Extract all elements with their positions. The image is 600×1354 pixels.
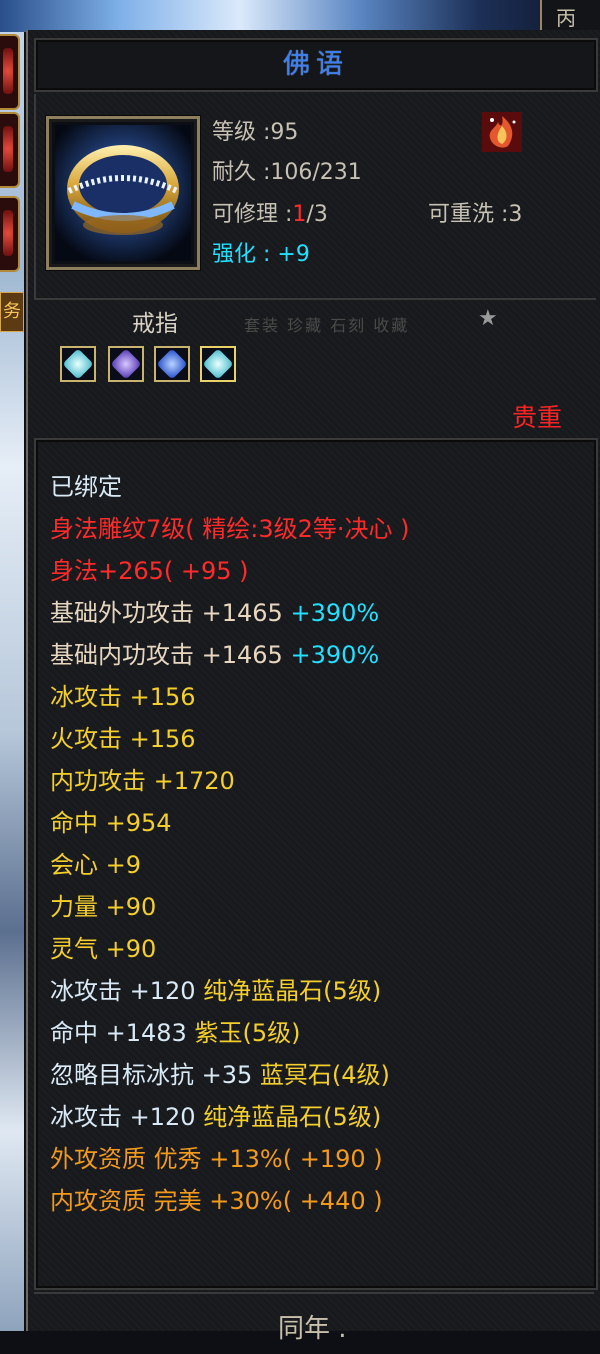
- item-type-row: 戒指 套装 珍藏 石刻 收藏 ★ 贵重: [34, 298, 594, 438]
- game-scene-top: [0, 0, 600, 32]
- blue-gem-icon: [156, 348, 188, 380]
- strength-attr: 力量 +90: [50, 893, 157, 921]
- tooltip-footer: 同年 .: [34, 1292, 594, 1354]
- repair-label: 可修理 :: [212, 202, 293, 227]
- repair-total: /3: [306, 202, 328, 227]
- item-type: 戒指: [132, 311, 178, 337]
- bound-status: 已绑定: [50, 473, 122, 501]
- gem-slot-4[interactable]: [200, 346, 236, 382]
- ext-attack-value: 基础外功攻击 +1465: [50, 599, 283, 627]
- side-equip-slot-1[interactable]: [0, 34, 20, 110]
- int-quality-attr: 内攻资质 完美 +30%( +440 ): [50, 1187, 383, 1215]
- gem-attr-1-name: 纯净蓝晶石(5级): [203, 977, 382, 1005]
- item-durability: 耐久 :106/231: [212, 160, 362, 185]
- star-icon: ★: [478, 306, 498, 331]
- gem-attr-2-stat: 命中 +1483: [50, 1019, 195, 1047]
- gem-attr-2: 命中 +1483 紫玉(5级): [50, 1012, 410, 1054]
- item-icon-frame[interactable]: [46, 116, 200, 270]
- repair-used: 1: [292, 202, 307, 227]
- gem-slot-3[interactable]: [154, 346, 190, 382]
- ext-attack-pct: +390%: [282, 599, 380, 627]
- gem-attr-4-name: 纯净蓝晶石(5级): [203, 1103, 382, 1131]
- item-repair: 可修理 :1/3: [212, 196, 328, 228]
- int-attack-value: 基础内功攻击 +1465: [50, 641, 283, 669]
- side-equip-slot-2[interactable]: [0, 112, 20, 188]
- aqua-gem-icon: [202, 348, 234, 380]
- aqua-gem-icon: [62, 348, 94, 380]
- gem-attr-1: 冰攻击 +120 纯净蓝晶石(5级): [50, 970, 410, 1012]
- item-enhance: 强化 : +9: [212, 242, 310, 267]
- gem-attr-3-name: 蓝冥石(4级): [259, 1061, 390, 1089]
- purple-gem-icon: [110, 348, 142, 380]
- gem-attr-4: 冰攻击 +120 纯净蓝晶石(5级): [50, 1096, 410, 1138]
- ice-attack-attr: 冰攻击 +156: [50, 683, 196, 711]
- item-header: 等级 :95 耐久 :106/231 可修理 :1/3 可重洗 :3 强化 : …: [34, 94, 596, 300]
- gem-attr-4-stat: 冰攻击 +120: [50, 1103, 204, 1131]
- side-equip-slot-3[interactable]: [0, 196, 20, 272]
- gem-attr-2-name: 紫玉(5级): [194, 1019, 301, 1047]
- agility-attr: 身法+265( +95 ): [50, 557, 249, 585]
- item-tooltip: 佛语 等级 :95 耐久 :106/231 可修理:1/3 可重洗:3 强化…: [26, 30, 600, 1344]
- ring-icon: [55, 125, 191, 261]
- item-title-bar: 佛语: [34, 38, 598, 92]
- gem-slot-1[interactable]: [60, 346, 96, 382]
- top-right-label: 丙: [556, 6, 576, 30]
- ext-attack-attr: 基础外功攻击 +1465 +390%: [50, 592, 410, 634]
- fire-attack-attr: 火攻击 +156: [50, 725, 196, 753]
- item-level: 等级 :95: [212, 120, 299, 145]
- hit-attr: 命中 +954: [50, 809, 172, 837]
- rarity-label: 贵重: [511, 403, 562, 432]
- gem-attr-3-stat: 忽略目标冰抗 +35: [50, 1061, 260, 1089]
- inner-attack-attr: 内功攻击 +1720: [50, 767, 235, 795]
- side-tab[interactable]: 务: [0, 292, 24, 332]
- gem-attr-1-stat: 冰攻击 +120: [50, 977, 204, 1005]
- footer-text: 同年 .: [278, 1314, 347, 1344]
- ext-quality-attr: 外攻资质 优秀 +13%( +190 ): [50, 1145, 383, 1173]
- top-right-frame: 丙: [540, 0, 600, 32]
- attribute-box: 已绑定 身法雕纹7级( 精绘:3级2等·决心 ) 身法+265( +95 ) 基…: [34, 438, 598, 1290]
- crit-attr: 会心 +9: [50, 851, 142, 879]
- engrave-attr: 身法雕纹7级( 精绘:3级2等·决心 ): [50, 515, 410, 543]
- item-rewash: 可重洗 :3: [428, 202, 523, 227]
- gem-slot-2[interactable]: [108, 346, 144, 382]
- gem-attr-3: 忽略目标冰抗 +35 蓝冥石(4级): [50, 1054, 410, 1096]
- spirit-attr: 灵气 +90: [50, 935, 157, 963]
- int-attack-pct: +390%: [282, 641, 380, 669]
- faded-set-text: 套装 珍藏 石刻 收藏: [244, 316, 410, 335]
- flame-buff-icon: [482, 112, 522, 152]
- side-tab-label: 务: [3, 301, 21, 322]
- item-name: 佛语: [283, 49, 349, 80]
- attribute-list: 已绑定 身法雕纹7级( 精绘:3级2等·决心 ) 身法+265( +95 ) 基…: [50, 466, 410, 1222]
- int-attack-attr: 基础内功攻击 +1465 +390%: [50, 634, 410, 676]
